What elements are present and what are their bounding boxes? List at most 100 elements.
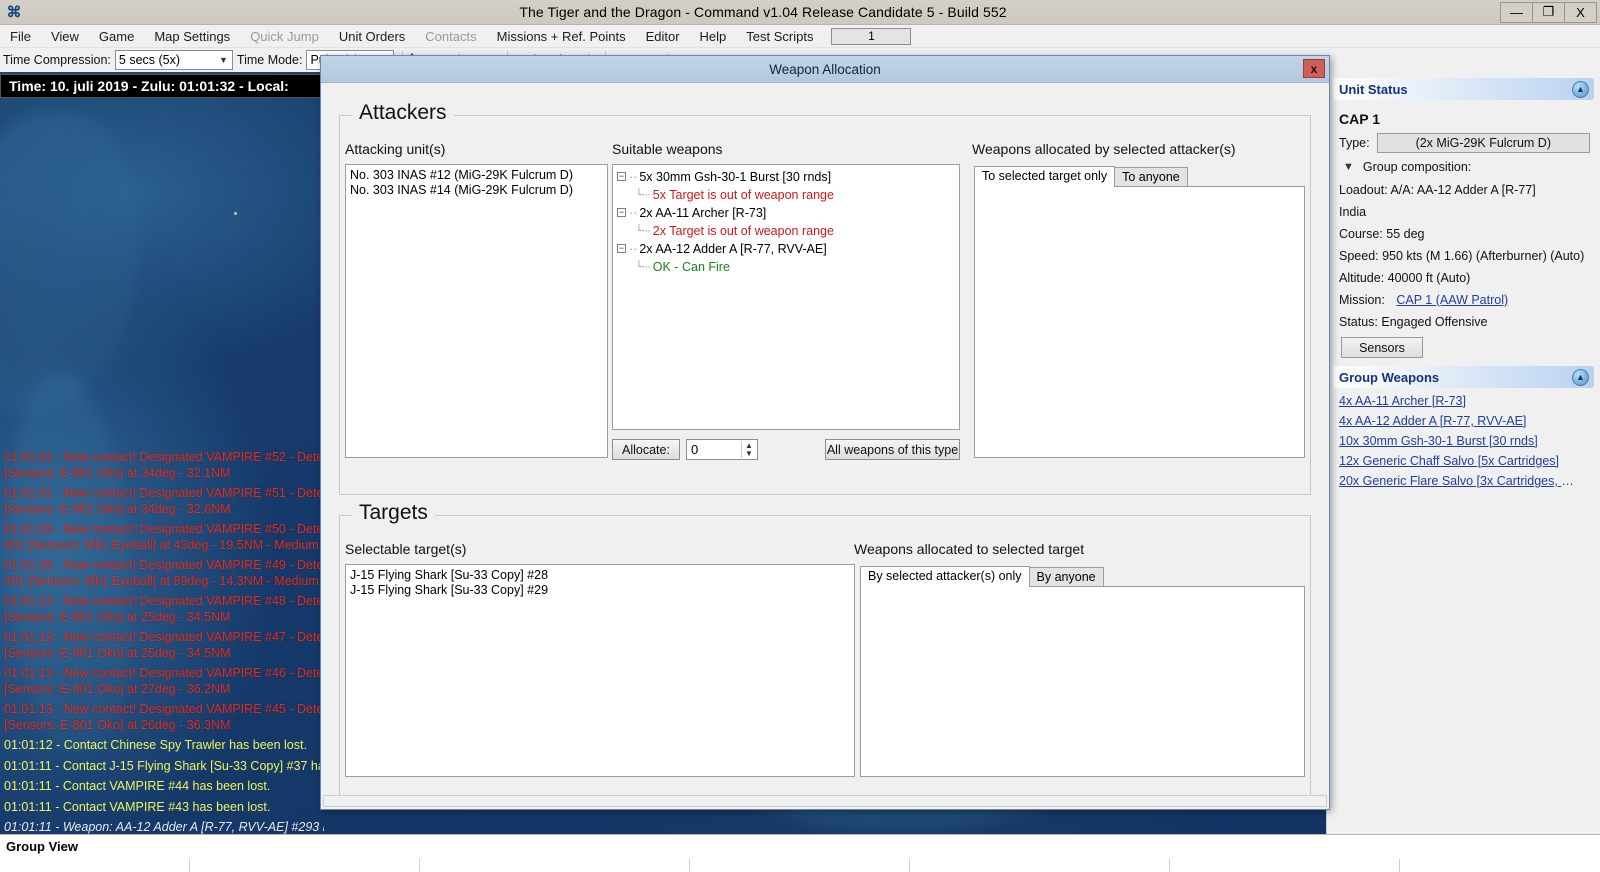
log-message: 01:01:13 - New contact! Designated VAMPI… [4,702,324,733]
log-message-line: 01:01:13 - New contact! Designated VAMPI… [4,594,324,610]
log-message-line: 01:01:26 - New contact! Designated VAMPI… [4,558,324,574]
menu-item-editor[interactable]: Editor [636,26,690,47]
group-composition-label: Group composition: [1363,160,1471,174]
map-contact-marker[interactable] [234,212,237,215]
tree-collapse-icon[interactable]: − [617,244,626,253]
targets-group: Targets Selectable target(s) J-15 Flying… [339,515,1311,798]
group-weapons-panel-header[interactable]: Group Weapons ▲ [1333,366,1594,388]
unit-altitude: Altitude: 40000 ft (Auto) [1339,271,1590,285]
log-message: 01:01:31 - New contact! Designated VAMPI… [4,450,324,481]
log-message-line: 01:01:12 - Contact Chinese Spy Trawler h… [4,738,324,754]
minimize-button[interactable]: — [1500,2,1533,23]
chevron-up-icon[interactable]: ▲ [1572,81,1589,98]
log-message-line: 01:01:11 - Weapon: AA-12 Adder A [R-77, … [4,820,324,834]
dialog-close-button[interactable]: x [1303,59,1325,78]
dialog-body: Attackers Attacking unit(s) No. 303 INAS… [321,83,1329,810]
status-cell [910,859,1170,872]
window-title-bar: ⌘ The Tiger and the Dragon - Command v1.… [0,0,1600,25]
unit-status-panel-title: Unit Status [1339,82,1408,97]
time-compression-value: 5 secs (5x) [119,53,180,67]
close-button[interactable]: X [1564,2,1597,23]
dialog-title: Weapon Allocation [769,62,881,77]
log-message: 01:01:11 - Contact VAMPIRE #43 has been … [4,800,324,816]
group-composition-toggle[interactable]: ▼ Group composition: [1343,160,1590,174]
window-title: The Tiger and the Dragon - Command v1.04… [25,4,1501,20]
group-weapon-link[interactable]: 20x Generic Flare Salvo [3x Cartridges, … [1339,474,1579,488]
tab-to-anyone[interactable]: To anyone [1114,167,1188,187]
group-weapon-link[interactable]: 12x Generic Chaff Salvo [5x Cartridges] [1339,454,1579,468]
attacking-unit-item[interactable]: No. 303 INAS #14 (MiG-29K Fulcrum D) [346,183,607,198]
weapon-tree-node[interactable]: −··2x AA-11 Archer [R-73] [613,204,959,222]
spinner-down-icon[interactable]: ▼ [745,450,753,458]
unit-type-value[interactable]: (2x MiG-29K Fulcrum D) [1377,133,1590,153]
attacking-unit-item[interactable]: No. 303 INAS #12 (MiG-29K Fulcrum D) [346,168,607,183]
log-message-line: 01:01:13 - New contact! Designated VAMPI… [4,702,324,718]
group-weapon-link[interactable]: 10x 30mm Gsh-30-1 Burst [30 rnds] [1339,434,1579,448]
menu-item-unit-orders[interactable]: Unit Orders [329,26,415,47]
menu-item-map-settings[interactable]: Map Settings [144,26,240,47]
tab-by-selected-attackers-only[interactable]: By selected attacker(s) only [860,566,1030,587]
status-cell [690,859,910,872]
unit-mission-link[interactable]: CAP 1 (AAW Patrol) [1396,293,1508,307]
unit-status-panel-header[interactable]: Unit Status ▲ [1333,78,1594,100]
unit-country: India [1339,205,1590,219]
message-log[interactable]: 01:01:31 - New contact! Designated VAMPI… [0,450,324,834]
menu-item-quick-jump[interactable]: Quick Jump [240,26,329,47]
group-weapon-link[interactable]: 4x AA-11 Archer [R-73] [1339,394,1579,408]
unit-type-row: Type: (2x MiG-29K Fulcrum D) [1339,133,1590,153]
menu-item-test-scripts[interactable]: Test Scripts [736,26,823,47]
menu-item-game[interactable]: Game [89,26,144,47]
chevron-up-icon[interactable]: ▲ [1572,369,1589,386]
weapon-tree-node[interactable]: −··5x 30mm Gsh-30-1 Burst [30 rnds] [613,168,959,186]
allocated-by-attacker-tabstrip: To selected target only To anyone [974,164,1187,186]
menu-item-view[interactable]: View [41,26,89,47]
selectable-target-item[interactable]: J-15 Flying Shark [Su-33 Copy] #29 [346,583,854,598]
menu-counter-field[interactable]: 1 [831,28,911,45]
menu-item-contacts[interactable]: Contacts [415,26,486,47]
attacking-units-listbox[interactable]: No. 303 INAS #12 (MiG-29K Fulcrum D) No.… [345,164,608,458]
weapon-status-node: └···OK - Can Fire [613,258,959,276]
status-cell [0,859,190,872]
suitable-weapons-tree[interactable]: −··5x 30mm Gsh-30-1 Burst [30 rnds]└···5… [612,164,960,430]
tree-elbow-icon: └··· [635,222,650,240]
menu-item-missions-ref-points[interactable]: Missions + Ref. Points [487,26,636,47]
log-message-line: 01:01:13 - New contact! Designated VAMPI… [4,666,324,682]
weapon-allocation-dialog[interactable]: Weapon Allocation x Attackers Attacking … [320,55,1330,810]
weapon-status-node: └···2x Target is out of weapon range [613,222,959,240]
tab-by-anyone[interactable]: By anyone [1029,567,1104,587]
all-weapons-of-this-type-button[interactable]: All weapons of this type [825,439,960,460]
log-message-line: [Sensors: E-801 Oko] at 34deg - 32.1NM [4,466,324,482]
status-bar-cells [0,859,1600,872]
menu-item-file[interactable]: File [0,26,41,47]
status-cell [190,859,420,872]
sensors-button[interactable]: Sensors [1341,337,1423,358]
chevron-down-icon: ▼ [1343,161,1354,173]
tree-collapse-icon[interactable]: − [617,208,626,217]
allocate-quantity-stepper[interactable]: 0 ▲ ▼ [686,439,758,460]
maximize-button[interactable]: ❐ [1532,2,1565,23]
menu-item-help[interactable]: Help [690,26,737,47]
tree-collapse-icon[interactable]: − [617,172,626,181]
suitable-weapons-label: Suitable weapons [612,141,723,157]
weapons-allocated-to-target-label: Weapons allocated to selected target [854,541,1084,557]
tab-to-selected-target-only[interactable]: To selected target only [974,166,1115,187]
spinner-arrows[interactable]: ▲ ▼ [741,441,756,458]
menu-bar: File View Game Map Settings Quick Jump U… [0,25,1600,48]
log-message-line: 01:01:11 - Contact VAMPIRE #44 has been … [4,779,324,795]
dialog-horizontal-scrollbar[interactable] [323,795,1327,807]
time-compression-select[interactable]: 5 secs (5x) ▼ [115,50,233,70]
group-weapon-link[interactable]: 4x AA-12 Adder A [R-77, RVV-AE] [1339,414,1579,428]
group-weapons-list: 4x AA-11 Archer [R-73] 4x AA-12 Adder A [… [1327,388,1600,488]
selectable-targets-listbox[interactable]: J-15 Flying Shark [Su-33 Copy] #28 J-15 … [345,564,855,777]
weapons-allocated-by-attacker-listbox[interactable] [974,186,1305,458]
weapon-status-text: OK - Can Fire [653,258,730,276]
allocate-button[interactable]: Allocate: [612,439,680,460]
allocated-to-target-tabstrip: By selected attacker(s) only By anyone [860,564,1103,586]
log-message: 01:01:11 - Contact J-15 Flying Shark [Su… [4,759,324,775]
selectable-target-item[interactable]: J-15 Flying Shark [Su-33 Copy] #28 [346,568,854,583]
log-message-line: 01:01:11 - Contact J-15 Flying Shark [Su… [4,759,324,775]
log-message-line: 01:01:26 - New contact! Designated VAMPI… [4,522,324,538]
allocate-quantity-value: 0 [691,442,698,457]
weapon-tree-node[interactable]: −··2x AA-12 Adder A [R-77, RVV-AE] [613,240,959,258]
weapons-allocated-to-target-listbox[interactable] [860,586,1305,777]
